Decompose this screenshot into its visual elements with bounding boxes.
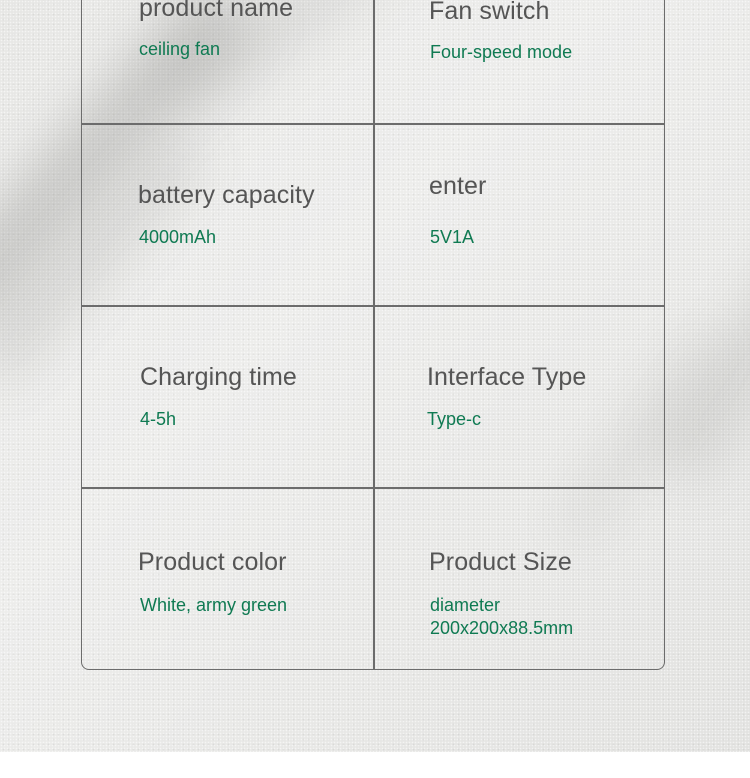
row-divider xyxy=(82,123,664,125)
spec-value-product-name: ceiling fan xyxy=(139,39,221,59)
spec-label-product-size: Product Size xyxy=(429,548,572,576)
leaf-shadow xyxy=(650,236,750,484)
spec-label-product-color: Product color xyxy=(138,548,287,576)
spec-label-interface-type: Interface Type xyxy=(427,363,587,391)
spec-label-charging-time: Charging time xyxy=(140,363,297,391)
spec-value-product-size: diameter xyxy=(430,595,501,615)
row-divider xyxy=(82,305,664,307)
spec-value-enter: 5V1A xyxy=(430,227,475,247)
spec-value-battery-capacity: 4000mAh xyxy=(139,227,217,247)
spec-value-product-color: White, army green xyxy=(140,595,288,615)
spec-value-product-size-dimensions: 200x200x88.5mm xyxy=(430,618,574,638)
spec-label-product-name: product name xyxy=(139,0,294,22)
spec-value-interface-type: Type-c xyxy=(427,409,482,429)
spec-label-enter: enter xyxy=(429,172,487,200)
spec-label-battery-capacity: battery capacity xyxy=(138,181,315,209)
column-divider xyxy=(373,0,375,669)
spec-label-fan-switch: Fan switch xyxy=(429,0,550,25)
spec-value-charging-time: 4-5h xyxy=(140,409,177,429)
spec-value-fan-switch: Four-speed mode xyxy=(430,42,573,62)
textured-background: product name ceiling fan Fan switch Four… xyxy=(0,0,750,752)
spec-table: product name ceiling fan Fan switch Four… xyxy=(81,0,665,670)
row-divider xyxy=(82,487,664,489)
